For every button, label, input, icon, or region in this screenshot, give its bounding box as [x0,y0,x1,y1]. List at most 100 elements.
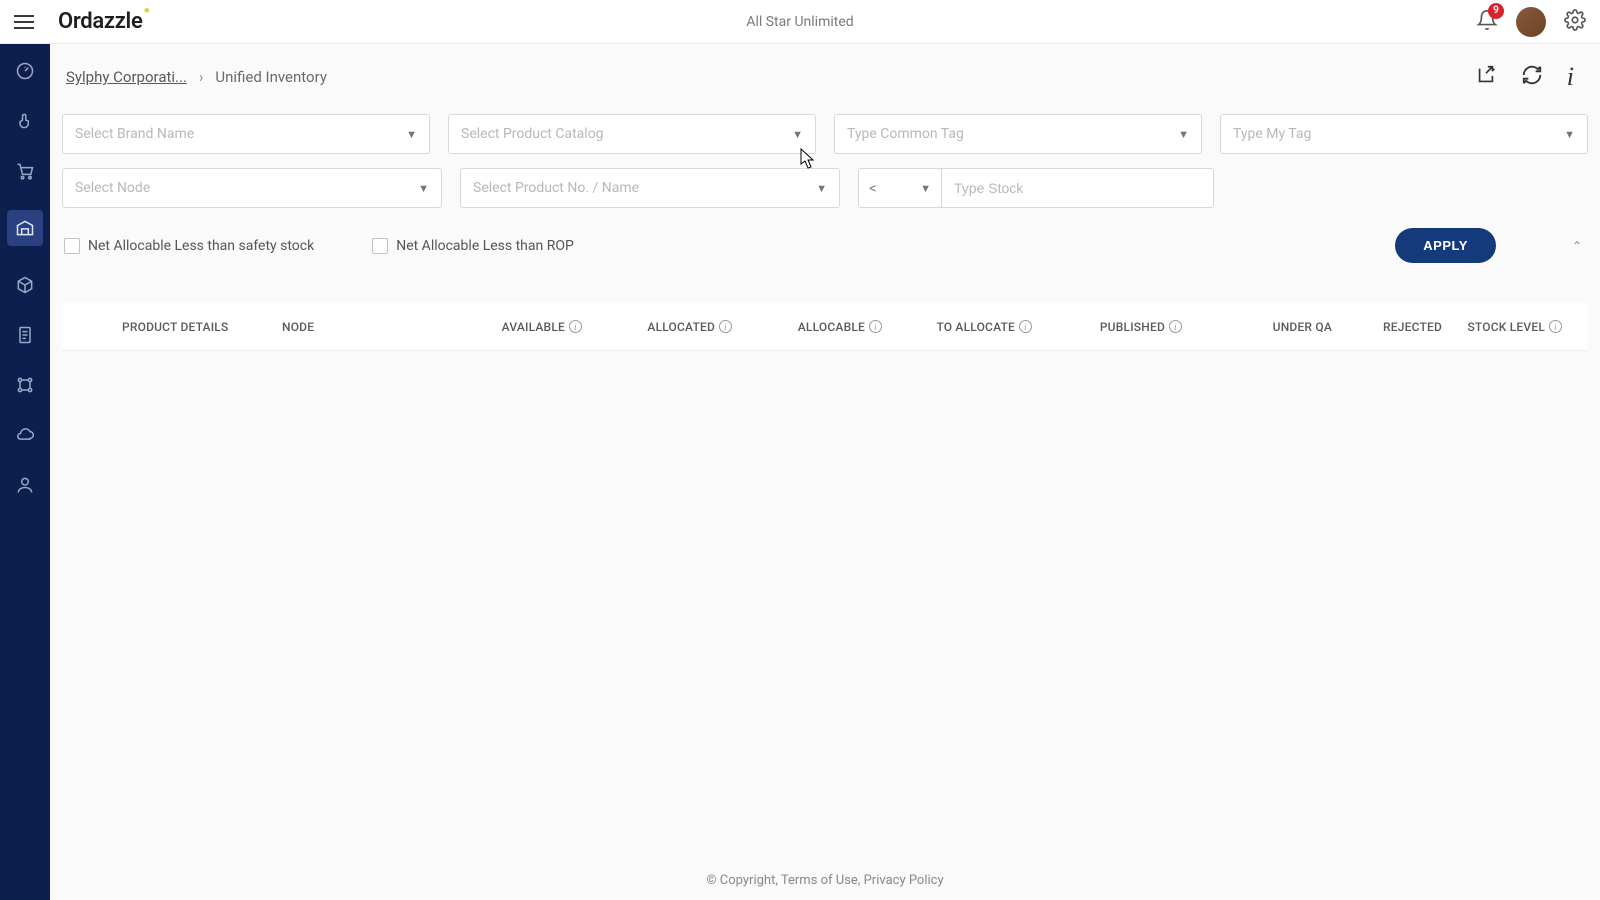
col-allocated: ALLOCATED i [582,320,732,334]
col-under-qa: UNDER QA [1182,320,1332,334]
col-node: NODE [282,320,432,334]
cloud-icon [15,425,35,445]
info-icon[interactable]: i [719,320,732,333]
refresh-icon [1521,64,1543,86]
main-content: Sylphy Corporati... › Unified Inventory … [50,44,1600,900]
info-icon[interactable]: i [1549,320,1562,333]
brand-logo[interactable]: Ordazzle· [58,9,151,34]
cart-icon [15,161,35,181]
col-label: NODE [282,320,314,334]
refresh-button[interactable] [1521,64,1543,90]
warehouse-icon [15,218,35,238]
product-catalog-select[interactable]: Select Product Catalog▼ [448,114,816,154]
nav-dashboard[interactable] [14,60,36,82]
col-published: PUBLISHEDi [1032,320,1182,334]
col-label: UNDER QA [1273,320,1332,334]
placeholder: Type Common Tag [847,126,1178,142]
nav-network[interactable] [14,374,36,396]
info-icon[interactable]: i [1169,320,1182,333]
tenant-name: All Star Unlimited [746,14,853,30]
placeholder: Type My Tag [1233,126,1564,142]
placeholder: Select Product No. / Name [473,180,816,196]
col-label: AVAILABLE [502,320,565,334]
stock-operator-select[interactable]: <▼ [858,168,942,208]
stock-filter: <▼ [858,168,1214,208]
gear-icon [1564,9,1586,31]
export-button[interactable] [1475,64,1497,90]
placeholder: Select Node [75,180,418,196]
box-icon [15,275,35,295]
info-icon[interactable]: i [1019,320,1032,333]
col-stock-level: STOCK LEVEL i [1442,320,1562,334]
checkbox-row: Net Allocable Less than safety stock Net… [62,222,1588,263]
caret-down-icon: ▼ [792,128,803,141]
brand-text: Ordazzle [58,9,143,34]
settings-button[interactable] [1564,9,1586,35]
rop-checkbox[interactable]: Net Allocable Less than ROP [372,238,574,254]
nav-reports[interactable] [14,324,36,346]
col-rejected: REJECTED [1332,320,1442,334]
caret-down-icon: ▼ [406,128,417,141]
common-tag-select[interactable]: Type Common Tag▼ [834,114,1202,154]
filter-row-1: Select Brand Name▼ Select Product Catalo… [62,114,1588,154]
col-label: REJECTED [1383,320,1442,334]
nav-users[interactable] [14,474,36,496]
collapse-filters-icon[interactable]: ⌃ [1572,239,1582,253]
nav-cart[interactable] [14,160,36,182]
nav-package[interactable] [14,274,36,296]
chevron-right-icon: › [199,68,204,86]
receipt-icon [15,325,35,345]
nav-inventory[interactable] [7,210,43,246]
menu-toggle-icon[interactable] [14,15,34,29]
col-label: PRODUCT DETAILS [122,320,228,334]
col-available: AVAILABLE i [432,320,582,334]
col-label: TO ALLOCATE [936,320,1015,334]
nav-pointer[interactable] [14,110,36,132]
info-icon[interactable]: i [869,320,882,333]
node-select[interactable]: Select Node▼ [62,168,442,208]
col-label: ALLOCATED [647,320,715,334]
spacer [1232,168,1588,208]
table-header: PRODUCT DETAILS NODE AVAILABLE i ALLOCATE… [62,303,1588,351]
user-icon [15,475,35,495]
brand-name-select[interactable]: Select Brand Name▼ [62,114,430,154]
notifications-button[interactable]: 9 [1476,9,1498,35]
placeholder: Select Product Catalog [461,126,792,142]
caret-down-icon: ▼ [418,182,429,195]
stock-input[interactable] [942,168,1214,208]
page-footer[interactable]: © Copyright, Terms of Use, Privacy Polic… [50,863,1600,900]
breadcrumb-current: Unified Inventory [215,68,327,86]
notification-badge: 9 [1488,3,1504,19]
network-icon [15,375,35,395]
info-icon[interactable]: i [569,320,582,333]
inventory-table: PRODUCT DETAILS NODE AVAILABLE i ALLOCATE… [62,303,1588,351]
placeholder: Select Brand Name [75,126,406,142]
gauge-icon [15,61,35,81]
info-button[interactable]: i [1567,62,1574,92]
safety-stock-checkbox[interactable]: Net Allocable Less than safety stock [64,238,314,254]
caret-down-icon: ▼ [920,182,931,195]
checkbox-label: Net Allocable Less than ROP [396,238,574,254]
caret-down-icon: ▼ [816,182,827,195]
apply-button[interactable]: APPLY [1395,228,1496,263]
col-label: STOCK LEVEL [1467,320,1545,334]
export-icon [1475,64,1497,86]
nav-cloud[interactable] [14,424,36,446]
col-allocable: ALLOCABLE i [732,320,882,334]
my-tag-select[interactable]: Type My Tag▼ [1220,114,1588,154]
checkbox-icon [64,238,80,254]
filter-panel: Select Brand Name▼ Select Product Catalo… [50,98,1600,273]
side-nav [0,44,50,900]
breadcrumb-parent[interactable]: Sylphy Corporati... [66,68,187,86]
col-label: ALLOCABLE [798,320,865,334]
user-avatar[interactable] [1516,7,1546,37]
col-product-details: PRODUCT DETAILS [62,320,282,334]
product-no-select[interactable]: Select Product No. / Name▼ [460,168,840,208]
operator-value: < [869,179,877,197]
filter-row-2: Select Node▼ Select Product No. / Name▼ … [62,168,1588,208]
tap-icon [15,111,35,131]
breadcrumb-row: Sylphy Corporati... › Unified Inventory … [50,44,1600,98]
page-actions: i [1475,62,1584,92]
caret-down-icon: ▼ [1564,128,1575,141]
app-header: Ordazzle· All Star Unlimited 9 [0,0,1600,44]
